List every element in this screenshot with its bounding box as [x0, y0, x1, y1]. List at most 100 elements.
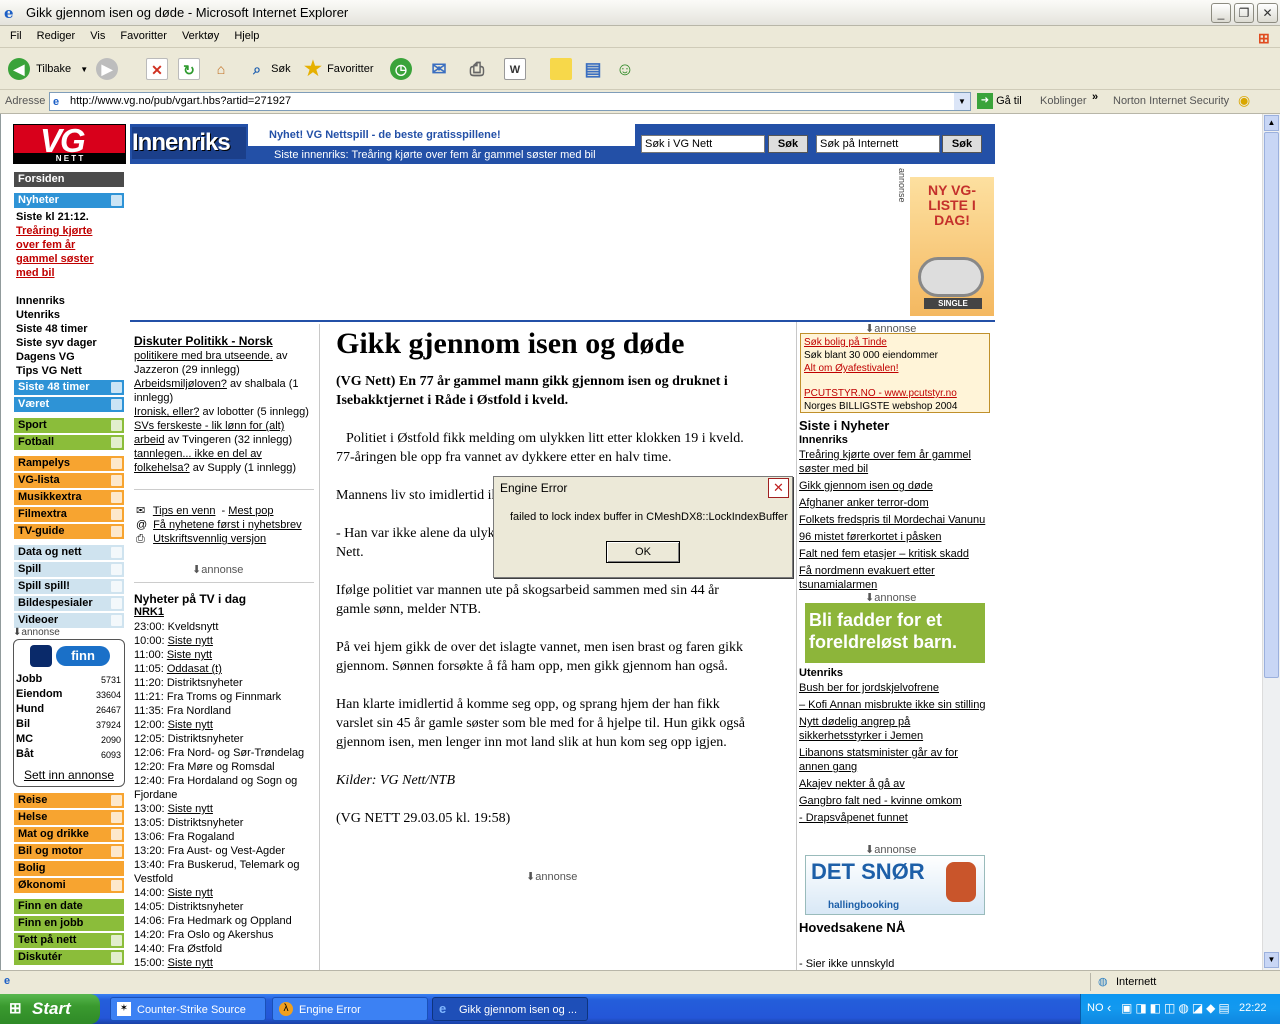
favorites-button[interactable]: ★ Favoritter — [302, 56, 374, 82]
nav-section[interactable]: Mat og drikke — [14, 827, 124, 842]
nav-section[interactable]: Videoer — [14, 613, 124, 628]
nav-section[interactable]: Siste 48 timer — [14, 380, 124, 395]
language-indicator[interactable]: NO — [1087, 1002, 1104, 1014]
maximize-icon[interactable]: ❐ — [1234, 3, 1254, 23]
nav-section[interactable]: Finn en date — [14, 899, 124, 914]
address-dropdown-icon[interactable]: ▼ — [954, 93, 970, 110]
discuss-title[interactable]: Diskuter Politikk - Norsk — [134, 334, 314, 348]
menu-rediger[interactable]: Rediger — [31, 26, 82, 46]
print-link[interactable]: Utskriftsvennlig versjon — [153, 533, 266, 545]
news-link[interactable]: Nytt dødelig angrep på sikkerhetsstyrker… — [799, 715, 989, 743]
text-ad-link[interactable]: PCUTSTYR.NO - www.pcutstyr.no — [804, 387, 986, 400]
vertical-scrollbar[interactable]: ▲ ▼ — [1262, 114, 1280, 970]
discuss-link[interactable]: Ironisk, eller? — [134, 406, 199, 418]
discuss-link[interactable]: politikere med bra utseende. — [134, 350, 273, 362]
back-button[interactable]: ◀ Tilbake ▼ — [8, 56, 88, 82]
news-link[interactable]: – Kofi Annan misbrukte ikke sin stilling — [799, 698, 989, 712]
snor-ad[interactable]: DET SNØR hallingbooking — [805, 855, 985, 915]
refresh-button[interactable]: ↻ — [178, 56, 200, 82]
nav-link[interactable]: Dagens VG — [16, 350, 75, 364]
news-link[interactable]: Falt ned fem etasjer – kritisk skadd — [799, 547, 989, 561]
nav-section[interactable]: Spill spill! — [14, 579, 124, 594]
nav-link[interactable]: Siste 48 timer — [16, 322, 88, 336]
nav-section[interactable]: Tett på nett — [14, 933, 124, 948]
mail-button[interactable]: ✉ — [428, 56, 450, 82]
news-link[interactable]: Få nordmenn evakuert etter tsunamialarme… — [799, 564, 989, 592]
nav-link[interactable]: Innenriks — [16, 294, 65, 308]
tv-channel[interactable]: NRK1 — [134, 606, 164, 618]
menu-verktoy[interactable]: Verktøy — [176, 26, 225, 46]
news-link[interactable]: 96 mistet førerkortet i påsken — [799, 530, 989, 544]
finn-category[interactable]: Eiendom — [16, 688, 62, 700]
history-button[interactable]: ◷ — [390, 56, 412, 82]
text-ad-link[interactable]: Alt om Øyafestivalen! — [804, 362, 986, 375]
news-link[interactable]: Bush ber for jordskjelvofrene — [799, 681, 989, 695]
finn-cta-link[interactable]: Sett inn annonse — [14, 768, 124, 782]
nav-section[interactable]: Finn en jobb — [14, 916, 124, 931]
tv-program[interactable]: Siste nytt — [168, 957, 213, 969]
nav-section[interactable]: Data og nett — [14, 545, 124, 560]
finn-ad[interactable]: finn Jobb 5731 Eiendom 33604 Hund 26467 Bil … — [13, 639, 125, 787]
nav-section[interactable]: Økonomi — [14, 878, 124, 893]
discuss-link[interactable]: Arbeidsmiljøloven? — [134, 378, 227, 390]
tray-icons[interactable]: ▣◨◧◫◍◪◆▤ — [1121, 1001, 1233, 1015]
news-link[interactable]: - Drapsvåpenet funnet — [799, 811, 989, 825]
messenger-button[interactable]: ☺ — [614, 56, 636, 82]
finn-category[interactable]: Båt — [16, 748, 34, 760]
newsletter-link[interactable]: Få nyhetene først i nyhetsbrev — [153, 519, 302, 531]
chevron-left-icon[interactable]: ‹ — [1107, 1000, 1111, 1015]
nav-section[interactable]: Fotball — [14, 435, 124, 450]
nav-section[interactable]: Rampelys — [14, 456, 124, 471]
nav-section[interactable]: Bolig — [14, 861, 124, 876]
tv-program[interactable]: Siste nytt — [168, 719, 213, 731]
finn-category[interactable]: Hund — [16, 703, 44, 715]
norton-label[interactable]: Norton Internet Security — [1113, 95, 1229, 107]
news-link[interactable]: Gikk gjennom isen og døde — [799, 479, 989, 493]
nav-section[interactable]: Musikkextra — [14, 490, 124, 505]
ticker[interactable]: Siste innenriks: Treåring kjørte over fe… — [274, 149, 596, 161]
tv-program[interactable]: Siste nytt — [168, 803, 213, 815]
hoved-first-link[interactable]: - Sier ikke unnskyld — [799, 958, 894, 970]
nav-section[interactable]: Helse — [14, 810, 124, 825]
finn-category[interactable]: MC — [16, 733, 33, 745]
news-link[interactable]: Gangbro falt ned - kvinne omkom — [799, 794, 989, 808]
links-label[interactable]: Koblinger — [1040, 95, 1086, 107]
fadder-ad[interactable]: Bli fadder for et foreldreløst barn. — [805, 603, 985, 663]
nav-section[interactable]: TV-guide — [14, 524, 124, 539]
promo-link[interactable]: Nyhet! VG Nettspill - de beste gratisspi… — [248, 124, 635, 146]
nav-section[interactable]: Spill — [14, 562, 124, 577]
nav-section[interactable]: VG-lista — [14, 473, 124, 488]
print-button[interactable]: ⎙ — [466, 56, 488, 82]
nav-section[interactable]: Bil og motor — [14, 844, 124, 859]
menu-hjelp[interactable]: Hjelp — [228, 26, 265, 46]
ok-button[interactable]: OK — [606, 541, 680, 563]
topp20-ad[interactable]: NY VG-LISTE I DAG! SINGLE — [910, 177, 994, 316]
nav-section[interactable]: Sport — [14, 418, 124, 433]
nav-section[interactable]: Bildespesialer — [14, 596, 124, 611]
finn-category[interactable]: Bil — [16, 718, 30, 730]
nav-forsiden[interactable]: Forsiden — [14, 172, 124, 187]
close-icon[interactable]: ✕ — [1257, 3, 1278, 23]
tv-program[interactable]: Oddasat (t) — [167, 663, 222, 675]
nav-section[interactable]: Filmextra — [14, 507, 124, 522]
forward-button[interactable]: ▶ — [96, 56, 118, 82]
search-web-input[interactable]: Søk på Internett — [816, 135, 940, 153]
task-counter-strike[interactable]: ✶ Counter-Strike Source — [110, 997, 266, 1021]
nav-section[interactable]: Diskutér — [14, 950, 124, 965]
close-icon[interactable]: ✕ — [768, 478, 789, 498]
nav-section[interactable]: Været — [14, 397, 124, 412]
search-vg-input[interactable]: Søk i VG Nett — [641, 135, 765, 153]
nav-link[interactable]: Utenriks — [16, 308, 60, 322]
norton-icon[interactable]: ◉ — [1238, 92, 1250, 109]
notes-button[interactable] — [550, 56, 572, 82]
tv-program[interactable]: Siste nytt — [168, 887, 213, 899]
nav-link[interactable]: Tips VG Nett — [16, 364, 82, 378]
minimize-icon[interactable]: _ — [1211, 3, 1231, 23]
edit-button[interactable]: W — [504, 56, 526, 82]
tv-program[interactable]: Siste nytt — [167, 649, 212, 661]
nav-section[interactable]: Reise — [14, 793, 124, 808]
news-link[interactable]: Afghaner anker terror-dom — [799, 496, 989, 510]
news-link[interactable]: Folkets fredspris til Mordechai Vanunu — [799, 513, 989, 527]
research-button[interactable]: ▤ — [582, 56, 604, 82]
nav-nyheter[interactable]: Nyheter — [14, 193, 124, 208]
